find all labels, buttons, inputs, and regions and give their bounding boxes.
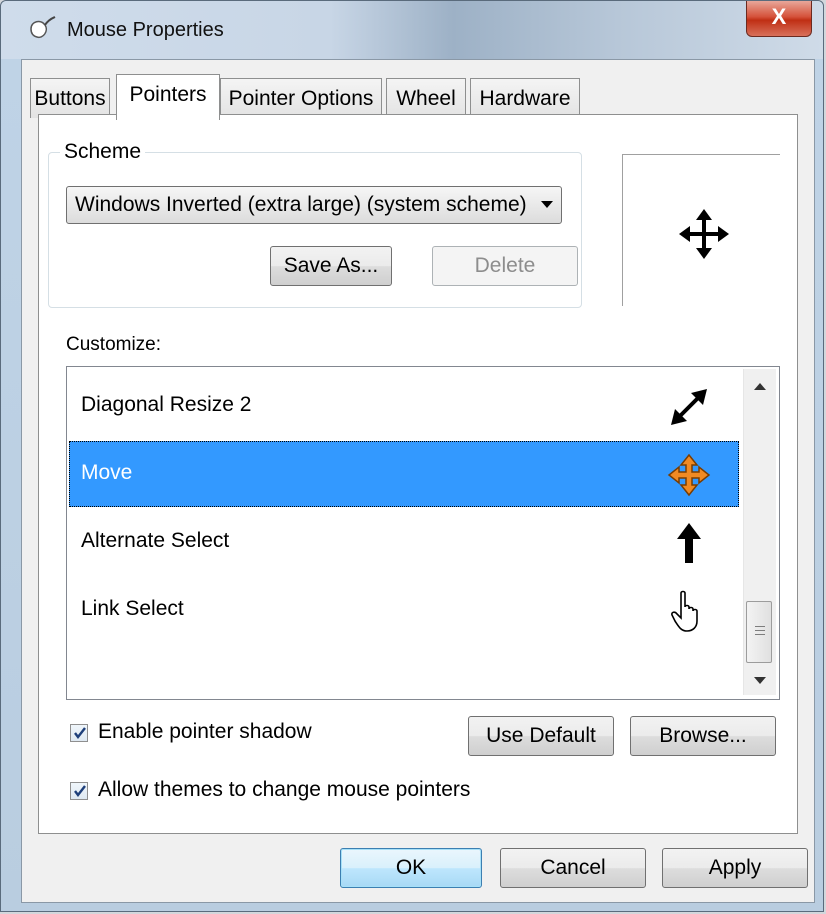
scroll-thumb[interactable]: [746, 601, 772, 663]
title-bar[interactable]: Mouse Properties X: [1, 1, 823, 59]
enable-pointer-shadow-checkbox[interactable]: [70, 724, 88, 742]
diagonal-resize-icon: [671, 389, 707, 425]
move-cursor-icon: [667, 453, 711, 497]
move-cursor-icon: [679, 209, 729, 259]
mouse-properties-window: Mouse Properties X Buttons Pointers Poin…: [0, 0, 824, 912]
hand-pointer-icon: [671, 590, 698, 632]
tab-pointer-options[interactable]: Pointer Options: [220, 78, 382, 118]
dialog-client-area: Buttons Pointers Pointer Options Wheel H…: [21, 59, 815, 903]
chevron-down-icon: [541, 201, 553, 208]
list-item-label: Diagonal Resize 2: [81, 393, 252, 416]
list-item[interactable]: Diagonal Resize 2: [69, 373, 739, 439]
list-item-label: Link Select: [81, 597, 184, 620]
pointer-list[interactable]: Diagonal Resize 2 Move Alternate Select: [66, 366, 780, 700]
tab-buttons[interactable]: Buttons: [30, 78, 110, 118]
up-arrow-icon: [677, 523, 701, 563]
scheme-legend: Scheme: [60, 140, 146, 164]
customize-label: Customize:: [66, 334, 162, 355]
allow-themes-checkbox[interactable]: [70, 782, 88, 800]
list-item[interactable]: Alternate Select: [69, 509, 739, 575]
cancel-button[interactable]: Cancel: [500, 848, 646, 888]
scroll-up-icon[interactable]: [754, 383, 766, 390]
list-item-label: Alternate Select: [81, 529, 230, 552]
checkmark-icon: [74, 727, 86, 739]
pointer-preview: [622, 154, 780, 306]
scheme-dropdown[interactable]: Windows Inverted (extra large) (system s…: [66, 186, 562, 224]
list-item[interactable]: Link Select: [69, 577, 739, 643]
window-title: Mouse Properties: [67, 19, 224, 41]
ok-button[interactable]: OK: [340, 848, 482, 888]
mouse-icon: [30, 16, 56, 39]
close-button[interactable]: X: [746, 1, 812, 37]
apply-button[interactable]: Apply: [662, 848, 808, 888]
allow-themes-label: Allow themes to change mouse pointers: [98, 778, 471, 801]
tab-pointers[interactable]: Pointers: [116, 74, 220, 120]
scroll-down-icon[interactable]: [754, 677, 766, 684]
list-item-label: Move: [81, 461, 133, 484]
list-item[interactable]: Move: [69, 441, 739, 507]
save-as-button[interactable]: Save As...: [270, 246, 392, 286]
checkmark-icon: [74, 785, 86, 797]
use-default-button[interactable]: Use Default: [468, 716, 614, 756]
enable-pointer-shadow-label: Enable pointer shadow: [98, 720, 312, 743]
tab-hardware[interactable]: Hardware: [470, 78, 580, 118]
list-scrollbar[interactable]: [743, 369, 776, 695]
browse-button[interactable]: Browse...: [630, 716, 776, 756]
close-icon: X: [771, 4, 787, 29]
scheme-selected-value: Windows Inverted (extra large) (system s…: [75, 193, 527, 216]
delete-button[interactable]: Delete: [432, 246, 578, 286]
tab-wheel[interactable]: Wheel: [386, 78, 466, 118]
